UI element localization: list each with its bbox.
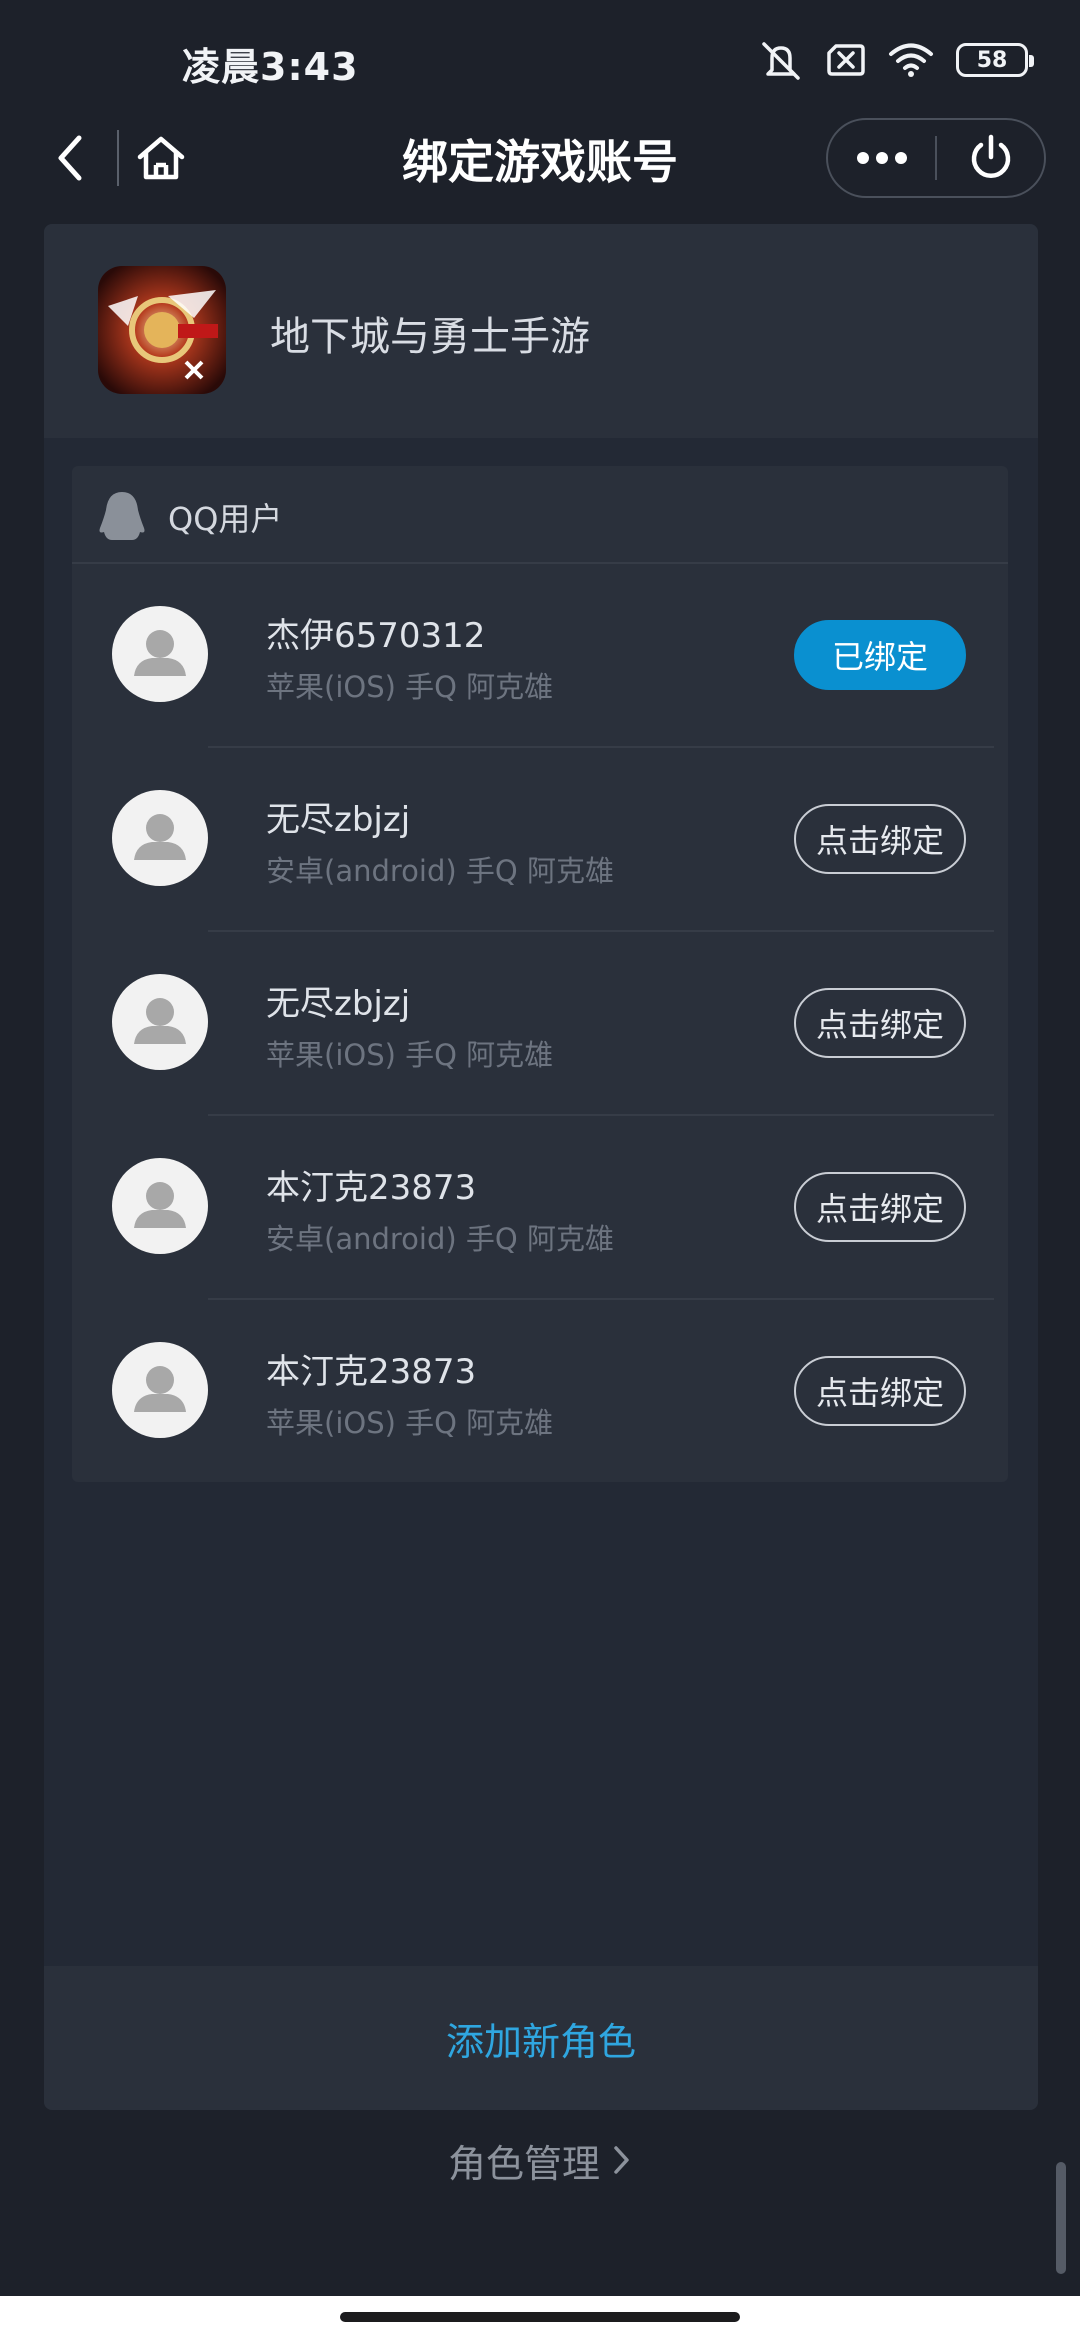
main-panel: 地下城与勇士手游 QQ用户 杰伊6570312 苹果(iOS) 手Q 阿克雄 已… (44, 224, 1038, 2110)
bind-button[interactable]: 点击绑定 (794, 804, 966, 874)
bound-button[interactable]: 已绑定 (794, 620, 966, 690)
account-platform: 苹果(iOS) 手Q 阿克雄 (266, 1406, 554, 1440)
nav-divider (117, 130, 119, 186)
wifi-icon (888, 42, 934, 78)
home-icon (137, 136, 185, 180)
mini-program-capsule (826, 118, 1046, 198)
default-user-icon (134, 1182, 186, 1228)
default-user-icon (134, 998, 186, 1044)
close-button[interactable] (937, 120, 1044, 196)
avatar (112, 1158, 208, 1254)
account-row: 本汀克23873 苹果(iOS) 手Q 阿克雄 点击绑定 (72, 1300, 1008, 1484)
power-icon (971, 134, 1010, 178)
role-manage-link[interactable]: 角色管理 (0, 2130, 1080, 2190)
system-gesture-area (0, 2296, 1080, 2340)
account-name: 本汀克23873 (266, 1352, 477, 1392)
back-button[interactable] (40, 128, 100, 188)
account-name: 无尽zbjzj (266, 984, 411, 1024)
account-platform: 安卓(android) 手Q 阿克雄 (266, 854, 614, 888)
avatar (112, 606, 208, 702)
no-sim-icon (826, 42, 866, 78)
battery-icon: 58 (956, 43, 1034, 77)
account-row: 无尽zbjzj 苹果(iOS) 手Q 阿克雄 点击绑定 (72, 932, 1008, 1116)
account-name: 无尽zbjzj (266, 800, 411, 840)
account-row: 本汀克23873 安卓(android) 手Q 阿克雄 点击绑定 (72, 1116, 1008, 1300)
bind-button[interactable]: 点击绑定 (794, 1356, 966, 1426)
status-icons: 58 (758, 40, 1034, 80)
dnf-game-icon (98, 266, 226, 394)
avatar (112, 974, 208, 1070)
card-header: QQ用户 (72, 466, 1008, 564)
account-list: 杰伊6570312 苹果(iOS) 手Q 阿克雄 已绑定 无尽zbjzj 安卓(… (72, 564, 1008, 1484)
account-row: 杰伊6570312 苹果(iOS) 手Q 阿克雄 已绑定 (72, 564, 1008, 748)
avatar (112, 1342, 208, 1438)
chevron-right-icon (614, 2146, 629, 2174)
game-header: 地下城与勇士手游 (44, 224, 1038, 438)
add-role-button[interactable]: 添加新角色 (44, 1966, 1038, 2110)
page-title: 绑定游戏账号 (402, 135, 678, 189)
default-user-icon (134, 1366, 186, 1412)
game-name: 地下城与勇士手游 (270, 314, 590, 360)
add-role-label: 添加新角色 (445, 2019, 636, 2064)
account-row: 无尽zbjzj 安卓(android) 手Q 阿克雄 点击绑定 (72, 748, 1008, 932)
nav-bar: 绑定游戏账号 (0, 118, 1080, 198)
qq-account-card: QQ用户 杰伊6570312 苹果(iOS) 手Q 阿克雄 已绑定 无尽zbjz… (72, 466, 1008, 1482)
account-platform: 安卓(android) 手Q 阿克雄 (266, 1222, 614, 1256)
avatar (112, 790, 208, 886)
home-button[interactable] (130, 128, 192, 188)
more-button[interactable] (828, 120, 935, 196)
status-bar: 凌晨3:43 58 (0, 0, 1080, 120)
default-user-icon (134, 814, 186, 860)
mute-icon (758, 40, 804, 80)
bind-button[interactable]: 点击绑定 (794, 988, 966, 1058)
role-manage-label: 角色管理 (447, 2141, 600, 2186)
default-user-icon (134, 630, 186, 676)
home-indicator[interactable] (340, 2312, 740, 2322)
account-platform: 苹果(iOS) 手Q 阿克雄 (266, 670, 554, 704)
bind-button[interactable]: 点击绑定 (794, 1172, 966, 1242)
qq-penguin-icon (96, 488, 148, 544)
account-platform: 苹果(iOS) 手Q 阿克雄 (266, 1038, 554, 1072)
battery-level: 58 (976, 47, 1008, 73)
status-time: 凌晨3:43 (182, 45, 359, 89)
scrollbar[interactable] (1056, 2162, 1066, 2274)
account-name: 本汀克23873 (266, 1168, 477, 1208)
more-dots-icon (856, 152, 907, 164)
card-title: QQ用户 (168, 500, 283, 538)
account-name: 杰伊6570312 (266, 616, 486, 656)
chevron-left-icon (58, 135, 82, 181)
